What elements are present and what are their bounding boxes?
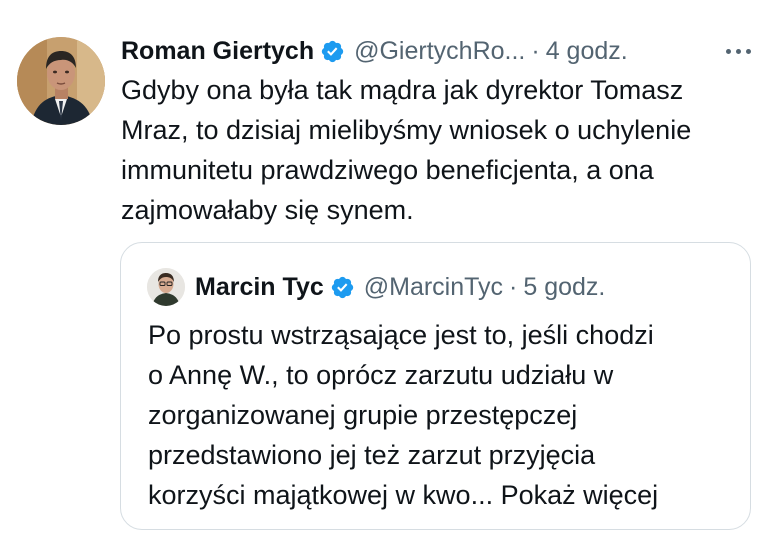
quoted-author-avatar[interactable] <box>147 268 185 306</box>
tweet-timestamp[interactable]: 4 godz. <box>546 37 628 66</box>
tweet-text-line: Mraz, to dzisiaj mielibyśmy wniosek o uc… <box>121 115 692 145</box>
quoted-tweet-card[interactable]: Marcin Tyc @MarcinTyc · 5 godz. Po prost… <box>120 242 751 530</box>
author-avatar[interactable] <box>17 37 105 125</box>
tweet-text-line: zajmowałaby się synem. <box>121 195 414 225</box>
separator-dot: · <box>531 36 540 65</box>
tweet-text: Gdyby ona była tak mądra jak dyrektor To… <box>121 70 751 230</box>
quoted-tweet-header: Marcin Tyc @MarcinTyc · 5 godz. <box>147 267 605 307</box>
quoted-author-handle[interactable]: @MarcinTyc <box>364 273 503 302</box>
tweet-text-line: Gdyby ona była tak mądra jak dyrektor To… <box>121 75 684 105</box>
quoted-text-line: zorganizowanej grupie przestępczej <box>148 400 578 430</box>
author-handle[interactable]: @GiertychRo... <box>354 37 525 66</box>
more-dot <box>736 48 741 54</box>
quoted-text-line-last: korzyści majątkowej w kwo... Pokaż więce… <box>148 475 733 515</box>
quoted-text-line: Po prostu wstrząsające jest to, jeśli ch… <box>148 320 654 350</box>
author-name[interactable]: Roman Giertych <box>121 37 314 66</box>
author-avatar-image <box>17 37 105 125</box>
verified-badge-icon <box>331 276 353 298</box>
tweet-text-line: immunitetu prawdziwego beneficjenta, a o… <box>121 155 654 185</box>
show-more-link[interactable]: Pokaż więcej <box>501 480 659 510</box>
tweet-header: Roman Giertych @GiertychRo... · 4 godz. <box>121 33 753 69</box>
verified-badge-icon <box>321 40 344 62</box>
quoted-author-name[interactable]: Marcin Tyc <box>195 273 324 302</box>
quoted-text-line: korzyści majątkowej w kwo... <box>148 480 494 510</box>
more-dot <box>726 48 731 54</box>
tweet[interactable]: Roman Giertych @GiertychRo... · 4 godz. … <box>0 0 768 541</box>
separator-dot: · <box>509 272 518 301</box>
quoted-author-avatar-image <box>147 268 185 306</box>
quoted-tweet-timestamp[interactable]: 5 godz. <box>523 273 605 302</box>
quoted-text-line: o Annę W., to oprócz zarzutu udziału w <box>148 360 614 390</box>
quoted-text-line: przedstawiono jej też zarzut przyjęcia <box>148 440 596 470</box>
quoted-tweet-text: Po prostu wstrząsające jest to, jeśli ch… <box>148 315 733 515</box>
more-horizontal-icon[interactable] <box>724 45 753 58</box>
more-dot <box>746 48 751 54</box>
